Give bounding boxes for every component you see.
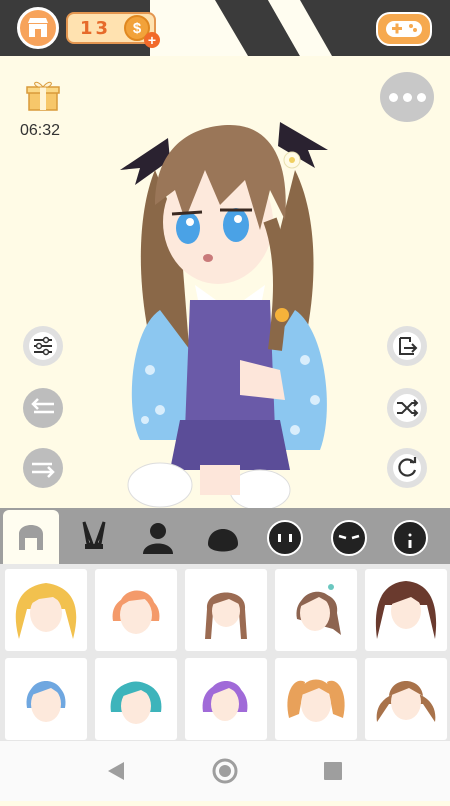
recents-icon <box>324 762 342 780</box>
category-tabs <box>0 508 450 564</box>
hair-icon <box>19 525 43 550</box>
more-button[interactable] <box>380 72 434 122</box>
adjust-button[interactable] <box>23 326 63 366</box>
shop-button[interactable] <box>17 7 59 49</box>
hair-item-blue-short[interactable] <box>5 658 87 740</box>
hair-thumbnail <box>112 590 160 634</box>
tab-ears[interactable] <box>66 512 122 564</box>
tab-hair[interactable] <box>3 510 59 564</box>
gamepad-icon <box>386 21 422 37</box>
brows-icon <box>331 520 367 556</box>
eyes-icon <box>267 520 303 556</box>
gift-icon[interactable] <box>26 78 60 112</box>
top-bar: 13 $ + <box>0 0 450 56</box>
add-coins-label: + <box>147 32 157 48</box>
gift-timer: 06:32 <box>20 122 61 139</box>
back-icon <box>108 762 124 780</box>
body-icon <box>143 523 173 554</box>
add-coins-button[interactable]: + <box>144 32 160 48</box>
more-icon-dot <box>388 92 398 102</box>
tab-mouth[interactable] <box>382 512 438 564</box>
hair-item-brown-braids[interactable] <box>185 569 267 651</box>
redo-icon <box>32 462 55 478</box>
hair-thumbnail <box>205 592 247 639</box>
hair-thumbnail <box>287 679 345 722</box>
export-icon <box>393 332 421 360</box>
hair-grid <box>0 564 450 740</box>
hair-item-dark-twintails[interactable] <box>365 569 447 651</box>
hair-thumbnail <box>15 583 77 639</box>
hair-thumbnail <box>375 581 437 639</box>
coin-counter: 13 $ + <box>66 12 160 48</box>
hair-item-teal-short[interactable] <box>95 658 177 740</box>
games-button[interactable] <box>376 12 432 46</box>
hair-item-orange-pigtails[interactable] <box>275 658 357 740</box>
reset-icon <box>393 454 421 482</box>
hair-item-purple-bob[interactable] <box>185 658 267 740</box>
sliders-icon <box>29 332 57 360</box>
more-icon-dot <box>416 92 426 102</box>
tab-head-shape[interactable] <box>195 512 251 564</box>
undo-button[interactable] <box>23 388 63 428</box>
head-shape-icon <box>208 529 238 552</box>
system-navigation-bar <box>0 740 450 801</box>
hair-thumbnail <box>296 584 341 635</box>
bunny-ears-icon <box>82 521 106 549</box>
more-icon-dot <box>402 92 412 102</box>
tab-eyes[interactable] <box>257 512 313 564</box>
character-preview <box>120 122 328 510</box>
hair-thumbnail <box>110 681 162 724</box>
shuffle-icon <box>393 394 421 422</box>
hair-thumbnail <box>376 681 436 722</box>
system-nav-icons <box>108 758 342 784</box>
hair-thumbnail <box>202 681 248 721</box>
undo-icon <box>31 398 54 414</box>
hair-item-orange-short[interactable] <box>95 569 177 651</box>
shop-icon <box>28 18 48 37</box>
mouth-icon <box>392 520 428 556</box>
export-button[interactable] <box>387 326 427 366</box>
hair-item-brown-side-ponytail[interactable] <box>275 569 357 651</box>
coin-count: 13 <box>80 18 112 39</box>
hair-item-brown-wavy[interactable] <box>365 658 447 740</box>
tab-body[interactable] <box>130 512 186 564</box>
redo-button[interactable] <box>23 448 63 488</box>
shuffle-button[interactable] <box>387 388 427 428</box>
coin-symbol: $ <box>132 19 142 37</box>
reset-button[interactable] <box>387 448 427 488</box>
tab-brows[interactable] <box>321 512 377 564</box>
hair-thumbnail <box>26 681 66 722</box>
hair-item-blonde-twintails[interactable] <box>5 569 87 651</box>
